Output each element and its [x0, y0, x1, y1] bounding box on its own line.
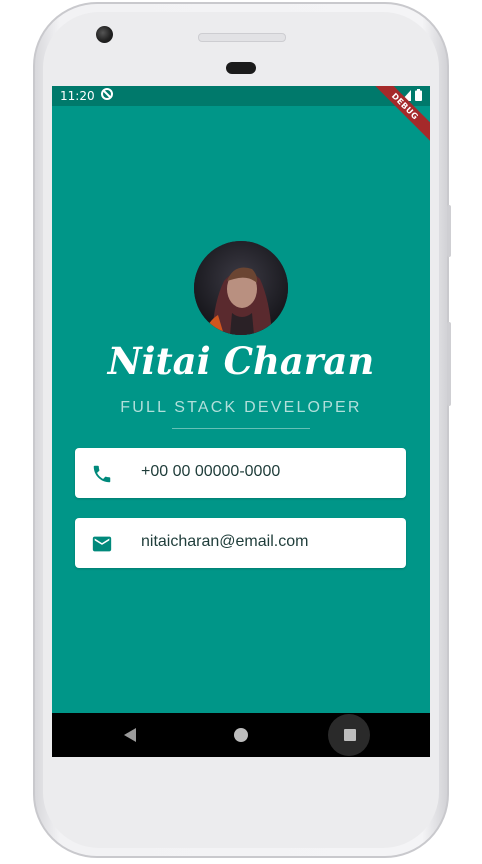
- app-screen: 11:20 DEBUG Nitai Charan FULL STACK DEVE…: [52, 86, 430, 757]
- home-circle-icon[interactable]: [234, 728, 248, 742]
- battery-icon: [415, 89, 422, 101]
- front-camera: [96, 26, 113, 43]
- back-triangle-icon[interactable]: [124, 728, 136, 742]
- avatar: [194, 241, 288, 335]
- profile-name: Nitai Charan: [107, 339, 375, 383]
- profile-title: FULL STACK DEVELOPER: [120, 399, 362, 416]
- proximity-sensor: [226, 62, 256, 74]
- status-bar: 11:20: [52, 86, 430, 106]
- avatar-portrait: [194, 241, 288, 335]
- sync-icon: [101, 88, 113, 100]
- volume-button: [447, 322, 451, 406]
- email-address: nitaicharan@email.com: [141, 533, 309, 550]
- email-card[interactable]: nitaicharan@email.com: [75, 518, 406, 568]
- earpiece-speaker: [198, 33, 286, 42]
- phone-number: +00 00 00000-0000: [141, 463, 281, 480]
- recents-square-icon[interactable]: [344, 729, 356, 741]
- navigation-bar: [52, 713, 430, 757]
- phone-card[interactable]: +00 00 00000-0000: [75, 448, 406, 498]
- phone-icon: [93, 465, 111, 483]
- email-icon: [92, 536, 112, 552]
- title-divider: [172, 428, 310, 429]
- power-button: [447, 205, 451, 257]
- status-time: 11:20: [60, 89, 95, 103]
